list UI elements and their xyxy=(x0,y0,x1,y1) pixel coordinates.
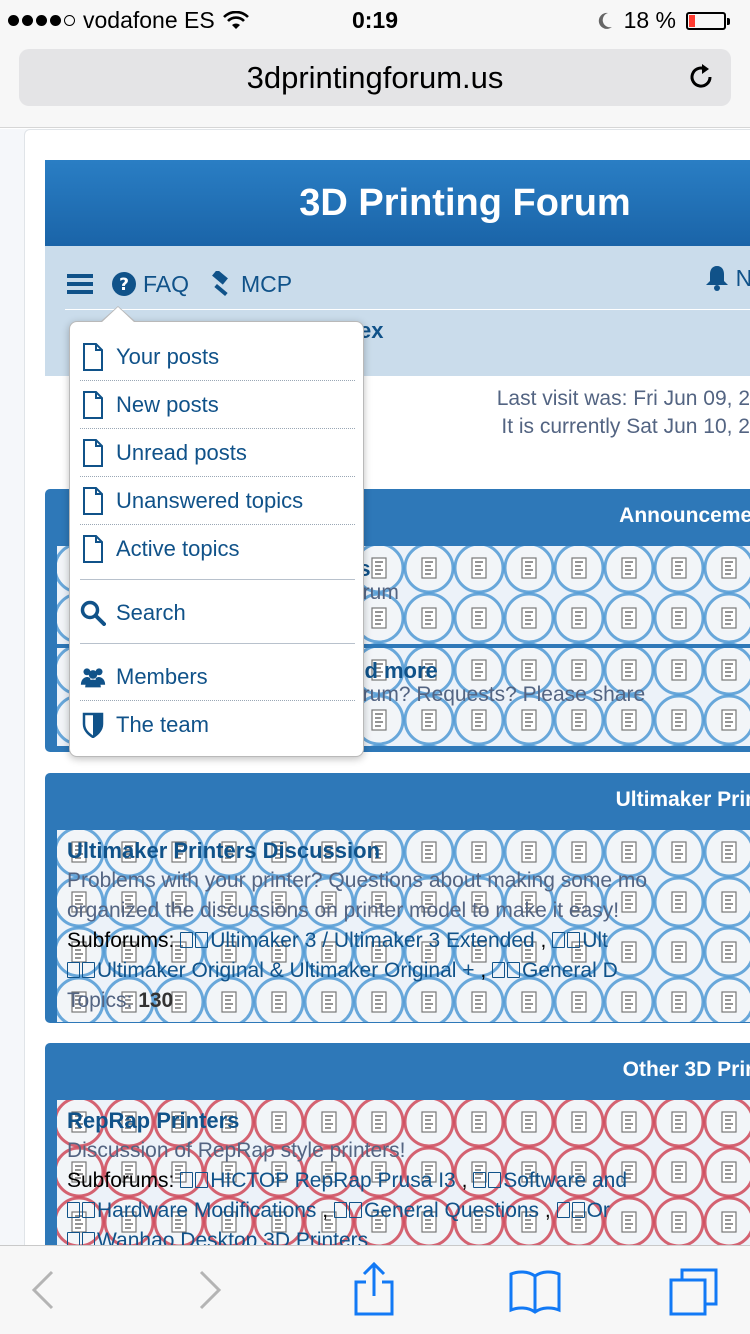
forum-description: orum xyxy=(351,581,399,604)
subforums-line: Subforums: Ultimaker 3 / Ultimaker 3 Ext… xyxy=(67,929,608,952)
svg-text:?: ? xyxy=(119,275,129,295)
browser-toolbar xyxy=(0,1245,750,1334)
back-chevron-icon[interactable] xyxy=(30,1268,56,1312)
notifications-link[interactable]: No xyxy=(704,264,750,292)
subforum-link[interactable]: Ultimaker 3 / Ultimaker 3 Extended xyxy=(210,929,534,952)
forum-description: orum? Requests? Please share xyxy=(351,683,646,706)
shield-icon xyxy=(80,710,106,740)
file-icon xyxy=(82,1232,95,1245)
file-icon xyxy=(80,534,106,564)
browser-address-area: 3dprintingforum.us xyxy=(0,40,750,128)
faq-link[interactable]: ? FAQ xyxy=(111,271,189,298)
subforum-link[interactable]: Hardware Modifications xyxy=(97,1199,316,1222)
file-icon xyxy=(82,962,95,978)
battery-percent: 18 % xyxy=(623,7,676,33)
file-icon xyxy=(473,1172,487,1188)
bookmarks-icon[interactable] xyxy=(508,1268,562,1314)
hamburger-menu-icon[interactable] xyxy=(67,273,93,295)
file-icon xyxy=(80,390,106,420)
search-icon xyxy=(80,598,106,628)
file-icon xyxy=(67,1202,80,1218)
file-icon xyxy=(195,1172,209,1188)
file-icon xyxy=(552,932,566,948)
forum-title[interactable]: RepRap Printers xyxy=(67,1106,750,1136)
menu-item-search[interactable]: Search xyxy=(80,589,355,637)
current-time-text: It is currently Sat Jun 10, 2 xyxy=(501,415,750,438)
file-icon xyxy=(488,1172,502,1188)
subforum-link[interactable]: Software and xyxy=(503,1169,627,1192)
share-icon[interactable] xyxy=(352,1262,396,1316)
menu-item-the-team[interactable]: The team xyxy=(80,701,355,749)
subforum-link[interactable]: Ult xyxy=(582,929,608,952)
forum-title[interactable]: Ultimaker Printers Discussion xyxy=(67,836,750,866)
menu-item-members[interactable]: Members xyxy=(80,653,355,701)
subforums-line: Wanhao Desktop 3D Printers xyxy=(67,1226,750,1245)
tabs-icon[interactable] xyxy=(668,1268,720,1316)
subforum-link[interactable]: General D xyxy=(522,959,618,982)
file-icon xyxy=(80,486,106,516)
file-icon xyxy=(348,1202,362,1218)
category-ultimaker: Ultimaker Print Ultimaker Printers Discu… xyxy=(45,773,750,1023)
file-icon xyxy=(507,962,521,978)
bell-icon xyxy=(705,266,728,291)
address-bar[interactable]: 3dprintingforum.us xyxy=(19,49,731,106)
menu-item-unread-posts[interactable]: Unread posts xyxy=(80,429,355,477)
subforum-link[interactable]: Ultimaker Original & Ultimaker Original … xyxy=(97,959,475,982)
menu-item-active-topics[interactable]: Active topics xyxy=(80,525,355,573)
forum-description: Problems with your printer? Questions ab… xyxy=(67,869,648,892)
reload-icon[interactable] xyxy=(685,61,717,93)
category-title[interactable]: Other 3D Print xyxy=(623,1058,750,1082)
battery-icon xyxy=(686,11,730,30)
last-visit-text: Last visit was: Fri Jun 09, 2 xyxy=(496,387,750,410)
file-icon xyxy=(567,932,581,948)
category-title[interactable]: Announcemen xyxy=(619,504,750,528)
subforum-link[interactable]: Wanhao Desktop 3D Printers xyxy=(97,1229,368,1245)
forum-row[interactable]: Ultimaker Printers Discussion Problems w… xyxy=(57,830,750,1022)
forum-description: Discussion of RepRap style printers! xyxy=(67,1139,406,1162)
file-icon xyxy=(492,962,506,978)
subforums-line: Ultimaker Original & Ultimaker Original … xyxy=(67,956,750,986)
forward-chevron-icon[interactable] xyxy=(197,1268,223,1312)
moon-icon xyxy=(598,12,612,29)
url-text: 3dprintingforum.us xyxy=(246,60,504,95)
subforum-link[interactable]: Or xyxy=(587,1199,610,1222)
category-other-printers: Other 3D Print RepRap Printers Discussio… xyxy=(45,1043,750,1245)
file-icon xyxy=(80,342,106,372)
subforum-link[interactable]: HICTOP RepRap Prusa I3 xyxy=(210,1169,456,1192)
menu-item-unanswered-topics[interactable]: Unanswered topics xyxy=(80,477,355,525)
site-title[interactable]: 3D Printing Forum xyxy=(45,182,750,225)
subforums-line: Hardware Modifications , General Questio… xyxy=(67,1196,750,1226)
file-icon xyxy=(333,1202,347,1218)
file-icon xyxy=(80,438,106,468)
status-bar: vodafone ES 0:19 18 % xyxy=(0,0,750,40)
file-icon xyxy=(82,1202,95,1218)
file-icon xyxy=(180,1172,194,1188)
menu-item-new-posts[interactable]: New posts xyxy=(80,381,355,429)
site-header: 3D Printing Forum xyxy=(45,160,750,246)
file-icon xyxy=(67,1232,80,1245)
file-icon xyxy=(556,1202,570,1218)
mcp-link[interactable]: MCP xyxy=(207,271,292,298)
gavel-icon xyxy=(212,271,228,297)
topics-count: Topics: 130 xyxy=(67,989,174,1012)
subforums-line: Subforums: HICTOP RepRap Prusa I3 , Soft… xyxy=(67,1169,627,1192)
file-icon xyxy=(571,1202,585,1218)
subforum-link[interactable]: General Questions xyxy=(364,1199,539,1222)
category-title[interactable]: Ultimaker Print xyxy=(616,788,750,812)
forum-row[interactable]: RepRap Printers Discussion of RepRap sty… xyxy=(57,1100,750,1245)
forum-description: organized the discussions on printer mod… xyxy=(67,899,620,922)
file-icon xyxy=(67,962,80,978)
question-circle-icon: ? xyxy=(112,272,136,296)
quick-links-dropdown: Your posts New posts Unread posts Unansw… xyxy=(69,306,364,757)
last-visit-info: Last visit was: Fri Jun 09, 2 It is curr… xyxy=(497,385,750,441)
users-icon xyxy=(80,662,106,692)
menu-item-your-posts[interactable]: Your posts xyxy=(80,333,355,381)
file-icon xyxy=(195,932,209,948)
file-icon xyxy=(180,932,194,948)
